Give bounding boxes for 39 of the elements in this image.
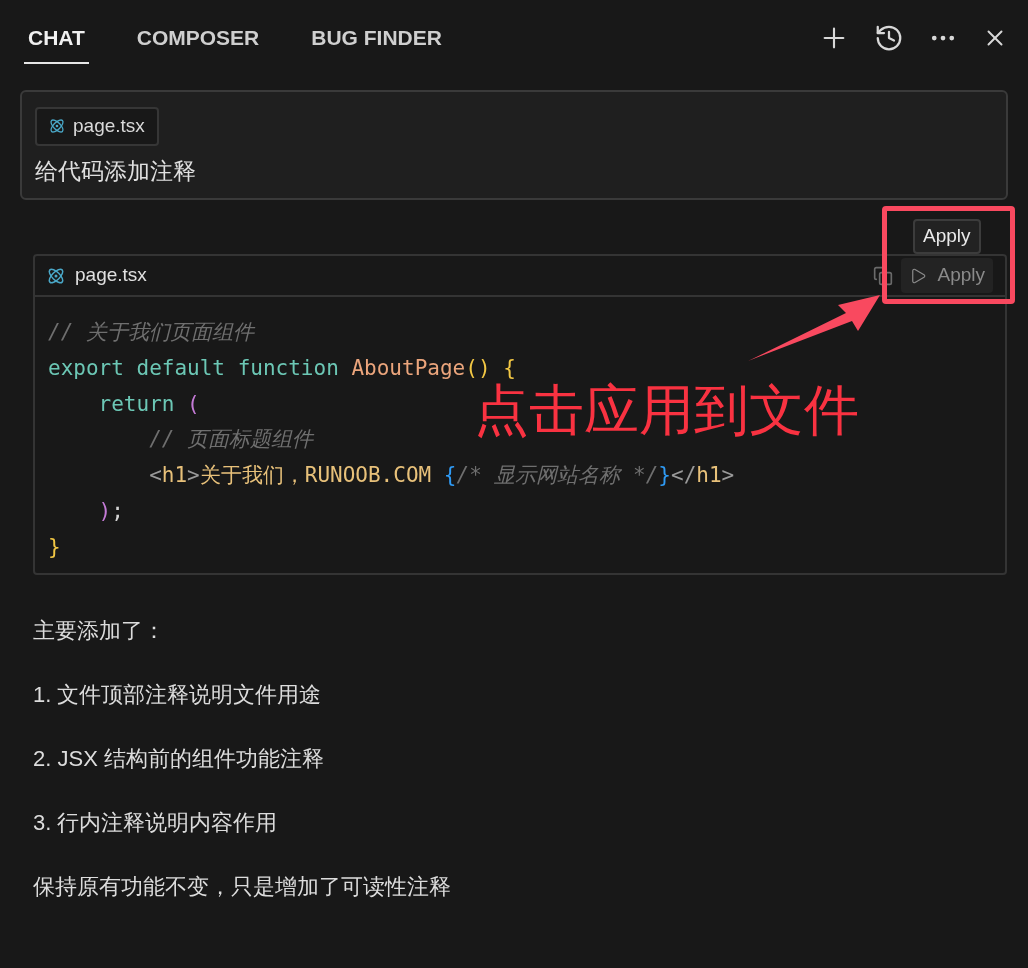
react-icon xyxy=(49,118,65,135)
code-token: ) xyxy=(97,498,112,525)
apply-button[interactable]: Apply xyxy=(901,258,993,293)
code-token: > xyxy=(187,462,200,490)
code-token: } xyxy=(658,462,671,490)
response-paragraph: 3. 行内注释说明内容作用 xyxy=(33,809,279,837)
tab[interactable]: COMPOSER xyxy=(132,12,264,64)
code-token: < xyxy=(148,462,162,490)
code-token: // 关于我们页面组件 xyxy=(48,319,254,346)
response-paragraph: 主要添加了： xyxy=(33,617,166,645)
code-filename: page.tsx xyxy=(75,263,147,288)
code-token: export default function xyxy=(48,354,340,382)
code-token: } xyxy=(48,533,61,561)
file-chip[interactable]: page.tsx xyxy=(35,107,159,146)
code-token: h1 xyxy=(161,462,188,490)
response-paragraph: 2. JSX 结构前的组件功能注释 xyxy=(33,745,325,773)
code-token: return xyxy=(97,390,176,418)
code-token: AboutPage xyxy=(351,354,466,382)
history-icon[interactable] xyxy=(874,23,904,53)
code-token: 关于我们，RUNOOB.COM xyxy=(199,462,433,490)
response-paragraph: 1. 文件顶部注释说明文件用途 xyxy=(33,681,323,709)
prompt-text: 给代码添加注释 xyxy=(35,156,197,186)
annotation-text: 点击应用到文件 xyxy=(474,379,859,442)
copy-icon[interactable] xyxy=(873,265,894,286)
code-token: > xyxy=(721,462,735,490)
tab[interactable]: BUG FINDER xyxy=(307,12,446,64)
react-icon xyxy=(47,266,65,285)
code-token: ; xyxy=(111,498,124,525)
code-token: () { xyxy=(465,354,516,382)
code-token: h1 xyxy=(696,462,722,490)
apply-tooltip: Apply xyxy=(913,219,981,254)
tab[interactable]: CHAT xyxy=(24,12,89,64)
play-icon xyxy=(909,266,928,285)
response-paragraph: 保持原有功能不变，只是增加了可读性注释 xyxy=(33,873,452,901)
code-token: { xyxy=(443,462,457,490)
code-token: /* 显示网站名称 */ xyxy=(456,462,659,490)
code-token: ( xyxy=(187,390,200,418)
code-token: // 页面标题组件 xyxy=(148,426,314,454)
code-token: </ xyxy=(671,462,697,490)
